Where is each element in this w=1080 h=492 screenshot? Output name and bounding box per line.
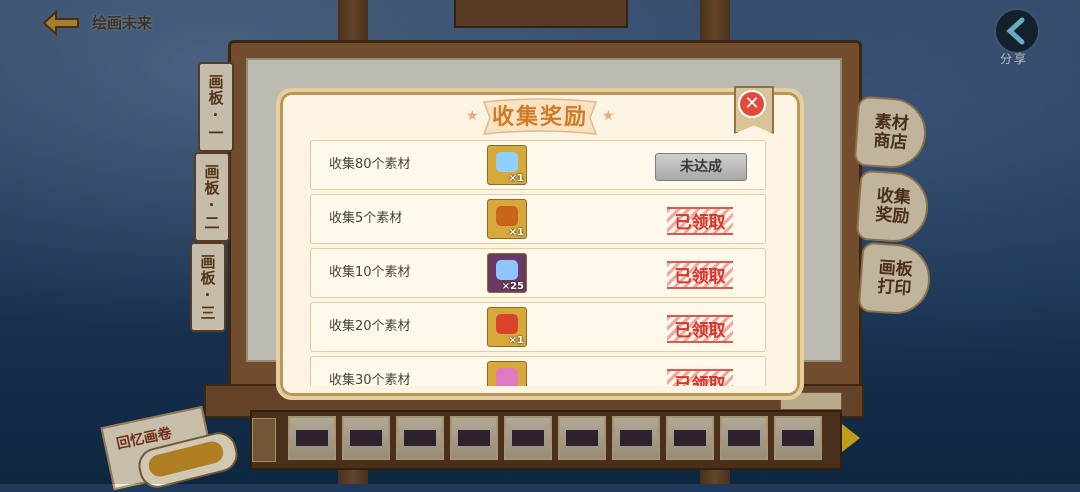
- claimed-stamp: 已领取: [667, 369, 733, 386]
- claimed-stamp: 已领取: [667, 207, 733, 235]
- claimed-stamp: 已领取: [667, 315, 733, 343]
- reward-row: 收集10个素材 ×25 已领取: [310, 248, 766, 298]
- claim-button-unmet[interactable]: 未达成: [655, 153, 747, 181]
- reward-quantity: ×1: [508, 335, 524, 346]
- reward-condition-label: 收集10个素材: [329, 265, 411, 280]
- reward-row: 收集80个素材 ×1 未达成: [310, 140, 766, 190]
- reward-list[interactable]: 收集80个素材 ×1 未达成 收集5个素材 ×1 已领取 收集10个素材 ×25 已领取 收集20…: [308, 140, 768, 386]
- dialog-title: 收集奖励: [491, 105, 588, 130]
- reward-item-slot[interactable]: ×25: [487, 253, 527, 293]
- close-icon[interactable]: ✕: [738, 90, 766, 118]
- lotus-gem-icon: [496, 368, 518, 386]
- reward-row: 收集20个素材 ×1 已领取: [310, 302, 766, 352]
- reward-item-slot[interactable]: ×1: [487, 199, 527, 239]
- reward-item-slot[interactable]: [487, 361, 527, 386]
- crystal-shard-icon: [496, 260, 518, 280]
- reward-row: 收集30个素材 已领取: [310, 356, 766, 386]
- reward-condition-label: 收集30个素材: [329, 373, 411, 386]
- sparkle-gift-icon: [496, 152, 518, 172]
- star-decoration-icon: ★: [602, 108, 615, 124]
- reward-quantity: ×1: [508, 227, 524, 238]
- reward-condition-label: 收集20个素材: [329, 319, 411, 334]
- claimed-stamp: 已领取: [667, 261, 733, 289]
- reward-quantity: ×1: [508, 173, 524, 184]
- reward-condition-label: 收集80个素材: [329, 157, 411, 172]
- reward-quantity: ×25: [501, 281, 524, 292]
- mystery-book-icon: [496, 314, 518, 334]
- treasure-chest-icon: [496, 206, 518, 226]
- reward-item-slot[interactable]: ×1: [487, 145, 527, 185]
- star-decoration-icon: ★: [466, 108, 479, 124]
- reward-row: 收集5个素材 ×1 已领取: [310, 194, 766, 244]
- reward-item-slot[interactable]: ×1: [487, 307, 527, 347]
- reward-condition-label: 收集5个素材: [329, 211, 403, 226]
